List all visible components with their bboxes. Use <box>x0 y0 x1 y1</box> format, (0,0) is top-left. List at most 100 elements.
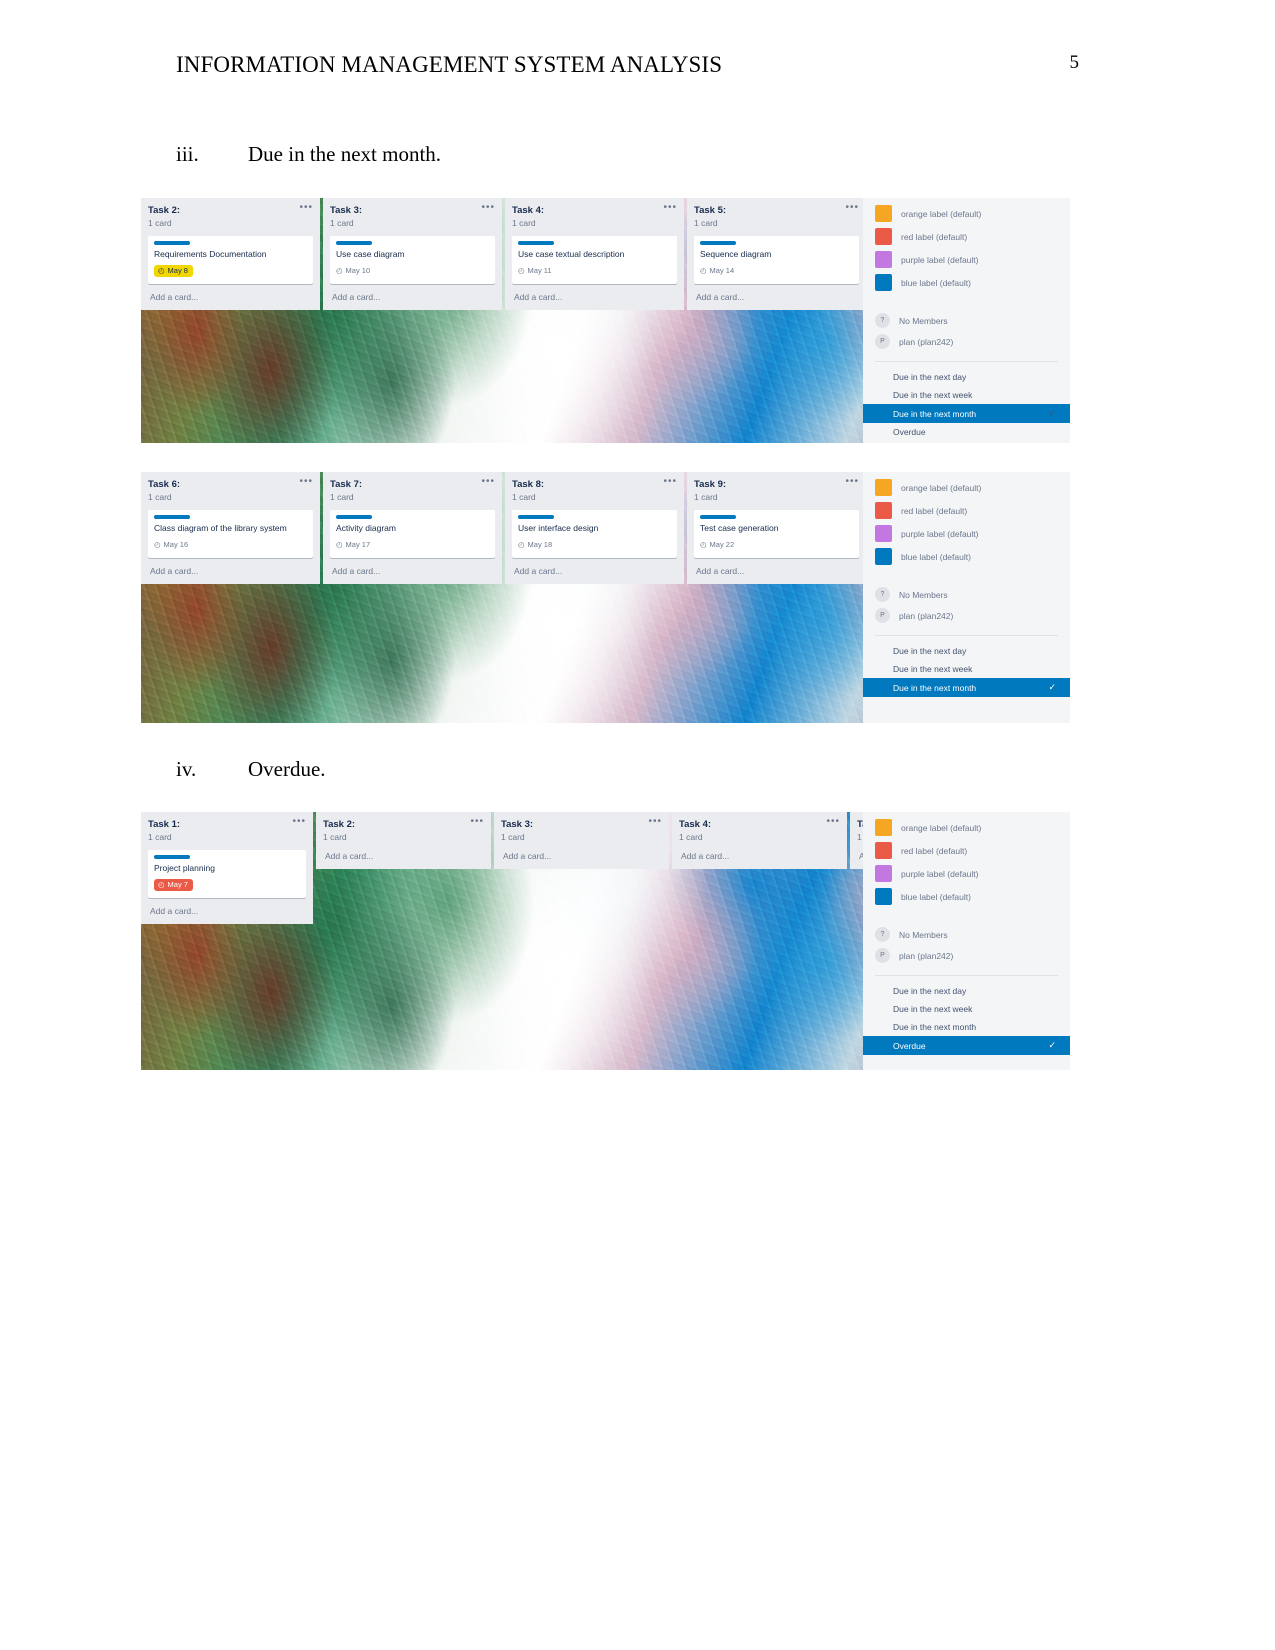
list-menu-icon[interactable]: ••• <box>648 817 662 827</box>
board-list[interactable]: Task 4: ••• 1 card Use case textual descrip… <box>505 198 684 310</box>
board-card[interactable]: User interface design ◴ May 18 <box>512 509 677 558</box>
board-list[interactable]: Task 2: ••• 1 card Add a card... <box>316 812 491 869</box>
board-card[interactable]: Test case generation ◴ May 22 <box>694 509 859 558</box>
list-card-count: 1 card <box>694 491 718 502</box>
add-a-card-button[interactable]: Add a card... <box>512 558 677 584</box>
check-icon: ✓ <box>1048 408 1056 418</box>
filter-member-row[interactable]: Pplan (plan242) <box>863 605 1070 626</box>
board-list[interactable]: Task 3: ••• 1 card Add a card... <box>494 812 669 869</box>
list-header: Task 2: ••• <box>148 203 313 217</box>
avatar: P <box>875 334 890 349</box>
filter-due-option[interactable]: Due in the next day <box>863 368 1070 386</box>
list-menu-icon[interactable]: ••• <box>845 203 859 213</box>
add-a-card-button[interactable]: Add a card... <box>679 843 840 869</box>
card-due-badge: ◴ May 14 <box>700 265 739 277</box>
board-card[interactable]: Use case textual description ◴ May 11 <box>512 235 677 284</box>
add-a-card-button[interactable]: Add a card... <box>323 843 484 869</box>
label-name: blue label (default) <box>901 551 971 562</box>
filter-due-option[interactable]: Due in the next week <box>863 386 1070 404</box>
board-card[interactable]: Class diagram of the library system ◴ May … <box>148 509 313 558</box>
label-name: purple label (default) <box>901 254 979 265</box>
filter-member-row[interactable]: Pplan (plan242) <box>863 945 1070 966</box>
list-title: Task 1: <box>148 819 181 830</box>
list-menu-icon[interactable]: ••• <box>845 477 859 487</box>
list-menu-icon[interactable]: ••• <box>663 203 677 213</box>
card-due-badge: ◴ May 10 <box>336 265 375 277</box>
clock-icon: ◴ <box>518 265 525 275</box>
filter-label-row[interactable]: orange label (default) <box>863 202 1070 225</box>
board-list[interactable]: Task 1: ••• 1 card Project planning ◴ May 7 Ad… <box>141 812 313 924</box>
filter-due-option[interactable]: Due in the next week <box>863 660 1070 678</box>
list-menu-icon[interactable]: ••• <box>470 817 484 827</box>
member-name: plan (plan242) <box>899 950 954 961</box>
board-lists-3: Task 1: ••• 1 card Project planning ◴ May 7 Ad… <box>141 812 930 924</box>
panel-divider <box>875 975 1058 976</box>
add-a-card-button[interactable]: Add a card... <box>512 284 677 310</box>
filter-label-row[interactable]: purple label (default) <box>863 862 1070 885</box>
filter-due-option[interactable]: Due in the next month ✓ <box>863 678 1070 697</box>
filter-label-row[interactable]: red label (default) <box>863 839 1070 862</box>
board-list[interactable]: Task 9: ••• 1 card Test case generation ◴ May… <box>687 472 866 584</box>
filter-due-option-label: Due in the next month <box>893 1022 977 1032</box>
add-a-card-button[interactable]: Add a card... <box>330 284 495 310</box>
list-card-count: 1 card <box>501 831 525 842</box>
filter-due-option[interactable]: Due in the next month <box>863 1018 1070 1036</box>
board-list[interactable]: Task 2: ••• 1 card Requirements Documentati… <box>141 198 320 310</box>
filter-label-row[interactable]: orange label (default) <box>863 476 1070 499</box>
board-list[interactable]: Task 8: ••• 1 card User interface design ◴ Ma… <box>505 472 684 584</box>
card-title: Requirements Documentation <box>154 248 267 259</box>
filter-label-row[interactable]: blue label (default) <box>863 885 1070 908</box>
filter-due-option[interactable]: Due in the next day <box>863 642 1070 660</box>
board-list[interactable]: Task 6: ••• 1 card Class diagram of the lib… <box>141 472 320 584</box>
add-a-card-button[interactable]: Add a card... <box>501 843 662 869</box>
list-card-count: 1 card <box>679 831 703 842</box>
list-menu-icon[interactable]: ••• <box>481 203 495 213</box>
board-card[interactable]: Requirements Documentation ◴ May 8 <box>148 235 313 284</box>
filter-label-row[interactable]: purple label (default) <box>863 248 1070 271</box>
card-due-date: May 22 <box>709 539 735 549</box>
filter-label-row[interactable]: blue label (default) <box>863 271 1070 294</box>
filter-label-row[interactable]: red label (default) <box>863 225 1070 248</box>
filter-panel-2: orange label (default) red label (default… <box>863 472 1070 723</box>
add-a-card-button[interactable]: Add a card... <box>694 558 859 584</box>
filter-due-option[interactable]: Due in the next week <box>863 1000 1070 1018</box>
filter-due-option[interactable]: Overdue ✓ <box>863 1036 1070 1055</box>
filter-member-row[interactable]: ? No Members <box>863 924 1070 945</box>
list-menu-icon[interactable]: ••• <box>299 477 313 487</box>
filter-member-row[interactable]: Pplan (plan242) <box>863 331 1070 352</box>
add-a-card-button[interactable]: Add a card... <box>148 558 313 584</box>
card-title: Use case diagram <box>336 248 405 259</box>
filter-member-row[interactable]: ? No Members <box>863 310 1070 331</box>
list-card-count: 1 card <box>330 491 354 502</box>
board-list[interactable]: Task 4: ••• 1 card Add a card... <box>672 812 847 869</box>
filter-label-row[interactable]: orange label (default) <box>863 816 1070 839</box>
list-menu-icon[interactable]: ••• <box>299 203 313 213</box>
filter-due-option[interactable]: Due in the next month ✓ <box>863 404 1070 423</box>
filter-due-option[interactable]: Overdue <box>863 423 1070 441</box>
list-menu-icon[interactable]: ••• <box>826 817 840 827</box>
board-list[interactable]: Task 5: ••• 1 card Sequence diagram ◴ May 14 A… <box>687 198 866 310</box>
filter-label-row[interactable]: purple label (default) <box>863 522 1070 545</box>
board-card[interactable]: Use case diagram ◴ May 10 <box>330 235 495 284</box>
filter-due-option[interactable]: Due in the next day <box>863 982 1070 1000</box>
add-a-card-button[interactable]: Add a card... <box>148 284 313 310</box>
list-menu-icon[interactable]: ••• <box>481 477 495 487</box>
add-a-card-button[interactable]: Add a card... <box>148 898 306 924</box>
label-name: blue label (default) <box>901 277 971 288</box>
filter-member-row[interactable]: ? No Members <box>863 584 1070 605</box>
add-a-card-button[interactable]: Add a card... <box>694 284 859 310</box>
board-card[interactable]: Activity diagram ◴ May 17 <box>330 509 495 558</box>
filter-due-option-label: Overdue <box>893 1040 926 1051</box>
list-header: Task 3: ••• <box>501 817 662 831</box>
board-card[interactable]: Project planning ◴ May 7 <box>148 849 306 898</box>
list-menu-icon[interactable]: ••• <box>663 477 677 487</box>
add-a-card-button[interactable]: Add a card... <box>330 558 495 584</box>
board-card[interactable]: Sequence diagram ◴ May 14 <box>694 235 859 284</box>
list-menu-icon[interactable]: ••• <box>292 817 306 827</box>
label-color-swatch <box>875 865 892 882</box>
filter-label-row[interactable]: blue label (default) <box>863 545 1070 568</box>
filter-label-row[interactable]: red label (default) <box>863 499 1070 522</box>
board-list[interactable]: Task 3: ••• 1 card Use case diagram ◴ May 10 A… <box>323 198 502 310</box>
board-list[interactable]: Task 7: ••• 1 card Activity diagram ◴ May 17 A… <box>323 472 502 584</box>
screenshot-due-next-month-part1: Task 2: ••• 1 card Requirements Documentati… <box>141 198 1070 443</box>
